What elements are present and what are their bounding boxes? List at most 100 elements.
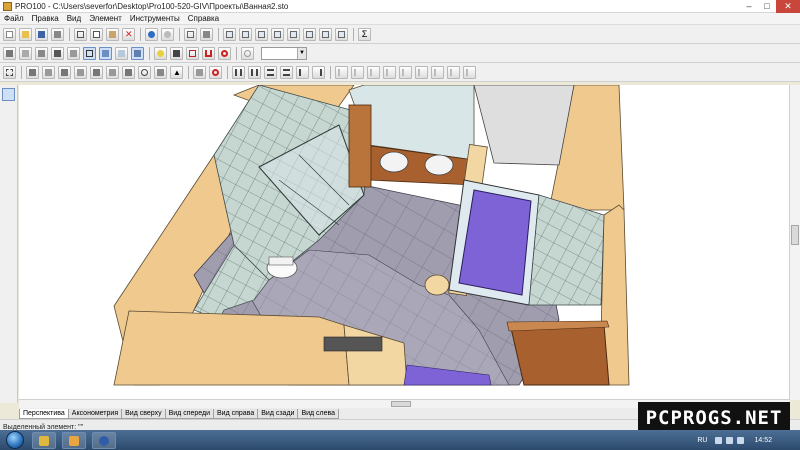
zoom-tool-icon[interactable] bbox=[2, 169, 15, 182]
close-icon[interactable]: ✕ bbox=[776, 0, 800, 13]
distribute-3-icon[interactable] bbox=[264, 65, 277, 79]
tray-flag-icon[interactable] bbox=[715, 436, 723, 444]
snap-8-icon[interactable] bbox=[447, 65, 460, 79]
tray-volume-icon[interactable] bbox=[737, 436, 745, 444]
language-indicator[interactable]: RU bbox=[697, 437, 707, 444]
tab-top-view[interactable]: Вид сверху bbox=[121, 409, 166, 419]
tab-perspective[interactable]: Перспектива bbox=[19, 409, 69, 419]
tab-axonometry[interactable]: Аксонометрия bbox=[67, 409, 123, 419]
3d-viewport[interactable] bbox=[19, 85, 789, 400]
tab-back-view[interactable]: Вид сзади bbox=[257, 409, 299, 419]
undo-icon[interactable] bbox=[145, 27, 158, 41]
copy-icon[interactable] bbox=[90, 27, 103, 41]
align-3-icon[interactable] bbox=[58, 65, 71, 79]
measure-tool-icon[interactable] bbox=[2, 154, 15, 167]
distribute-2-icon[interactable] bbox=[248, 65, 261, 79]
warning-icon[interactable]: ▲ bbox=[170, 65, 183, 79]
snap-4-icon[interactable] bbox=[383, 65, 396, 79]
snap-6-icon[interactable] bbox=[415, 65, 428, 79]
move-icon[interactable] bbox=[3, 65, 16, 79]
menu-file[interactable]: Файл bbox=[4, 14, 24, 23]
layout-7-icon[interactable] bbox=[319, 27, 332, 41]
layout-2-icon[interactable] bbox=[239, 27, 252, 41]
menu-element[interactable]: Элемент bbox=[89, 14, 122, 23]
tab-right-view[interactable]: Вид справа bbox=[213, 409, 259, 419]
open-folder-icon[interactable] bbox=[19, 27, 32, 41]
zoom-select[interactable]: ▼ bbox=[261, 46, 307, 60]
panel-icon[interactable] bbox=[35, 46, 48, 60]
redo-icon[interactable] bbox=[161, 27, 174, 41]
chevron-down-icon[interactable]: ▼ bbox=[297, 47, 306, 59]
library-icon[interactable] bbox=[200, 27, 213, 41]
maximize-icon[interactable]: □ bbox=[758, 0, 776, 13]
properties-icon[interactable] bbox=[184, 27, 197, 41]
menu-edit[interactable]: Правка bbox=[32, 14, 59, 23]
minimize-icon[interactable]: – bbox=[740, 0, 758, 13]
delete-icon[interactable]: ✕ bbox=[122, 27, 135, 41]
print-icon[interactable] bbox=[51, 27, 64, 41]
mirror-icon[interactable] bbox=[154, 65, 167, 79]
render-solid-icon[interactable] bbox=[99, 46, 112, 60]
taskbar-explorer[interactable] bbox=[32, 431, 56, 449]
save-icon[interactable] bbox=[35, 27, 48, 41]
taskbar-info[interactable] bbox=[92, 431, 116, 449]
snap-3-icon[interactable] bbox=[367, 65, 380, 79]
snap-2-icon[interactable] bbox=[351, 65, 364, 79]
distribute-4-icon[interactable] bbox=[280, 65, 293, 79]
menu-tools[interactable]: Инструменты bbox=[130, 14, 180, 23]
layout-5-icon[interactable] bbox=[287, 27, 300, 41]
distribute-5-icon[interactable] bbox=[296, 65, 309, 79]
cut-icon[interactable] bbox=[74, 27, 87, 41]
cabinet-icon[interactable] bbox=[19, 46, 32, 60]
layout-6-icon[interactable] bbox=[303, 27, 316, 41]
render-wireframe-icon[interactable] bbox=[83, 46, 96, 60]
menu-help[interactable]: Справка bbox=[188, 14, 219, 23]
snap-9-icon[interactable] bbox=[463, 65, 476, 79]
layout-4-icon[interactable] bbox=[271, 27, 284, 41]
align-5-icon[interactable] bbox=[90, 65, 103, 79]
zoom-icon[interactable] bbox=[241, 46, 254, 60]
align-icon[interactable] bbox=[26, 65, 39, 79]
layout-8-icon[interactable] bbox=[335, 27, 348, 41]
render-shaded-icon[interactable] bbox=[131, 46, 144, 60]
scroll-thumb[interactable] bbox=[791, 225, 799, 245]
target-icon[interactable] bbox=[218, 46, 231, 60]
new-file-icon[interactable] bbox=[3, 27, 16, 41]
shape-icon[interactable] bbox=[67, 46, 80, 60]
grid-icon[interactable] bbox=[186, 46, 199, 60]
sum-icon[interactable]: Σ bbox=[358, 27, 371, 41]
tab-left-view[interactable]: Вид слева bbox=[297, 409, 340, 419]
select-arrow-icon[interactable] bbox=[2, 88, 15, 101]
distribute-icon[interactable] bbox=[232, 65, 245, 79]
layout-3-icon[interactable] bbox=[255, 27, 268, 41]
align-7-icon[interactable] bbox=[122, 65, 135, 79]
layout-icon[interactable] bbox=[223, 27, 236, 41]
dimension-tool-icon[interactable] bbox=[2, 139, 15, 152]
clock[interactable]: 14:52 bbox=[754, 437, 772, 444]
tray-network-icon[interactable] bbox=[726, 436, 734, 444]
box-icon[interactable] bbox=[51, 46, 64, 60]
render-texture-icon[interactable] bbox=[115, 46, 128, 60]
align-4-icon[interactable] bbox=[74, 65, 87, 79]
align-6-icon[interactable] bbox=[106, 65, 119, 79]
hole-icon[interactable] bbox=[209, 65, 222, 79]
snap-icon[interactable] bbox=[335, 65, 348, 79]
menu-view[interactable]: Вид bbox=[67, 14, 81, 23]
snap-5-icon[interactable] bbox=[399, 65, 412, 79]
wall-icon[interactable] bbox=[3, 46, 16, 60]
taskbar-pro100[interactable] bbox=[62, 431, 86, 449]
tab-front-view[interactable]: Вид спереди bbox=[164, 409, 215, 419]
light-icon[interactable] bbox=[154, 46, 167, 60]
wall-tool-icon[interactable] bbox=[2, 106, 15, 119]
camera-icon[interactable] bbox=[170, 46, 183, 60]
polygon-tool-icon[interactable] bbox=[2, 124, 15, 137]
align-2-icon[interactable] bbox=[42, 65, 55, 79]
distribute-6-icon[interactable] bbox=[312, 65, 325, 79]
rotate-icon[interactable] bbox=[138, 65, 151, 79]
vertical-scrollbar[interactable] bbox=[789, 85, 800, 400]
paste-icon[interactable] bbox=[106, 27, 119, 41]
drill-icon[interactable] bbox=[193, 65, 206, 79]
snap-7-icon[interactable] bbox=[431, 65, 444, 79]
start-button[interactable] bbox=[4, 430, 26, 450]
magnet-icon[interactable] bbox=[202, 46, 215, 60]
